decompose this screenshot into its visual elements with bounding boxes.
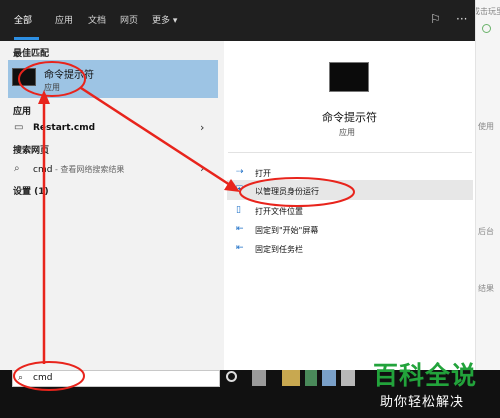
taskbar-app-icon[interactable] xyxy=(305,370,317,386)
app-result-restart[interactable]: Restart.cmd xyxy=(33,123,95,133)
tab-all[interactable]: 全部 xyxy=(14,13,32,26)
taskbar-app-icon[interactable] xyxy=(252,370,266,386)
tab-web[interactable]: 网页 xyxy=(120,13,138,26)
folder-icon: ▯ xyxy=(236,205,241,215)
pin-icon: ⇤ xyxy=(236,243,244,253)
best-match-subtitle: 应用 xyxy=(44,83,60,92)
bg-text: 使用 xyxy=(478,122,494,131)
active-tab-indicator xyxy=(14,37,39,40)
cortana-icon[interactable] xyxy=(226,371,237,382)
watermark-subtitle: 助你轻松解决 xyxy=(380,395,465,410)
admin-shield-icon: ⛨ xyxy=(236,185,243,195)
preview-title: 命令提示符 xyxy=(322,111,377,124)
cmd-large-icon xyxy=(329,62,369,92)
web-result-cmd[interactable]: cmd - 查看网络搜索结果 xyxy=(33,164,124,175)
bg-text: 后台 xyxy=(478,227,494,236)
taskbar-app-icon[interactable] xyxy=(282,370,300,386)
search-icon: ⌕ xyxy=(18,373,24,383)
script-file-icon: ▭ xyxy=(14,122,24,133)
divider xyxy=(228,152,472,153)
best-match-item[interactable] xyxy=(8,60,218,98)
bg-radio-icon xyxy=(482,24,491,33)
action-run-as-admin[interactable]: 以管理员身份运行 xyxy=(255,186,319,197)
action-open-file-location[interactable]: 打开文件位置 xyxy=(255,206,303,217)
search-icon: ⌕ xyxy=(14,163,20,174)
more-options-icon[interactable]: ··· xyxy=(456,12,467,26)
best-match-title: 命令提示符 xyxy=(44,70,94,81)
feedback-icon[interactable]: ⚐ xyxy=(430,12,441,26)
pin-icon: ⇤ xyxy=(236,224,244,234)
tab-documents[interactable]: 文档 xyxy=(88,13,106,26)
tab-more[interactable]: 更多 ▾ xyxy=(152,13,177,26)
section-web: 搜索网页 xyxy=(13,146,50,156)
watermark-title: 百科全说 xyxy=(373,361,478,390)
search-input-value[interactable]: cmd xyxy=(33,373,52,383)
section-apps: 应用 xyxy=(13,107,32,117)
section-settings: 设置 (1) xyxy=(13,187,49,197)
action-pin-to-taskbar[interactable]: 固定到任务栏 xyxy=(255,244,303,255)
section-best-match: 最佳匹配 xyxy=(13,49,50,59)
taskbar-app-icon[interactable] xyxy=(341,370,355,386)
background-document: 成击玩里输入工具图标 使用 后台 结果 xyxy=(475,0,500,370)
taskbar-app-icon[interactable] xyxy=(322,370,336,386)
bg-text: 成击玩里输入工具图标 xyxy=(476,7,500,16)
cmd-app-icon xyxy=(12,68,36,86)
bg-text: 结果 xyxy=(478,284,494,293)
action-open[interactable]: 打开 xyxy=(255,168,271,179)
preview-type: 应用 xyxy=(339,128,355,137)
tab-apps[interactable]: 应用 xyxy=(55,13,73,26)
chevron-right-icon[interactable]: › xyxy=(200,121,204,134)
chevron-right-icon[interactable]: › xyxy=(200,162,204,175)
action-pin-to-start[interactable]: 固定到"开始"屏幕 xyxy=(255,225,318,236)
open-icon: ⇢ xyxy=(236,167,244,177)
